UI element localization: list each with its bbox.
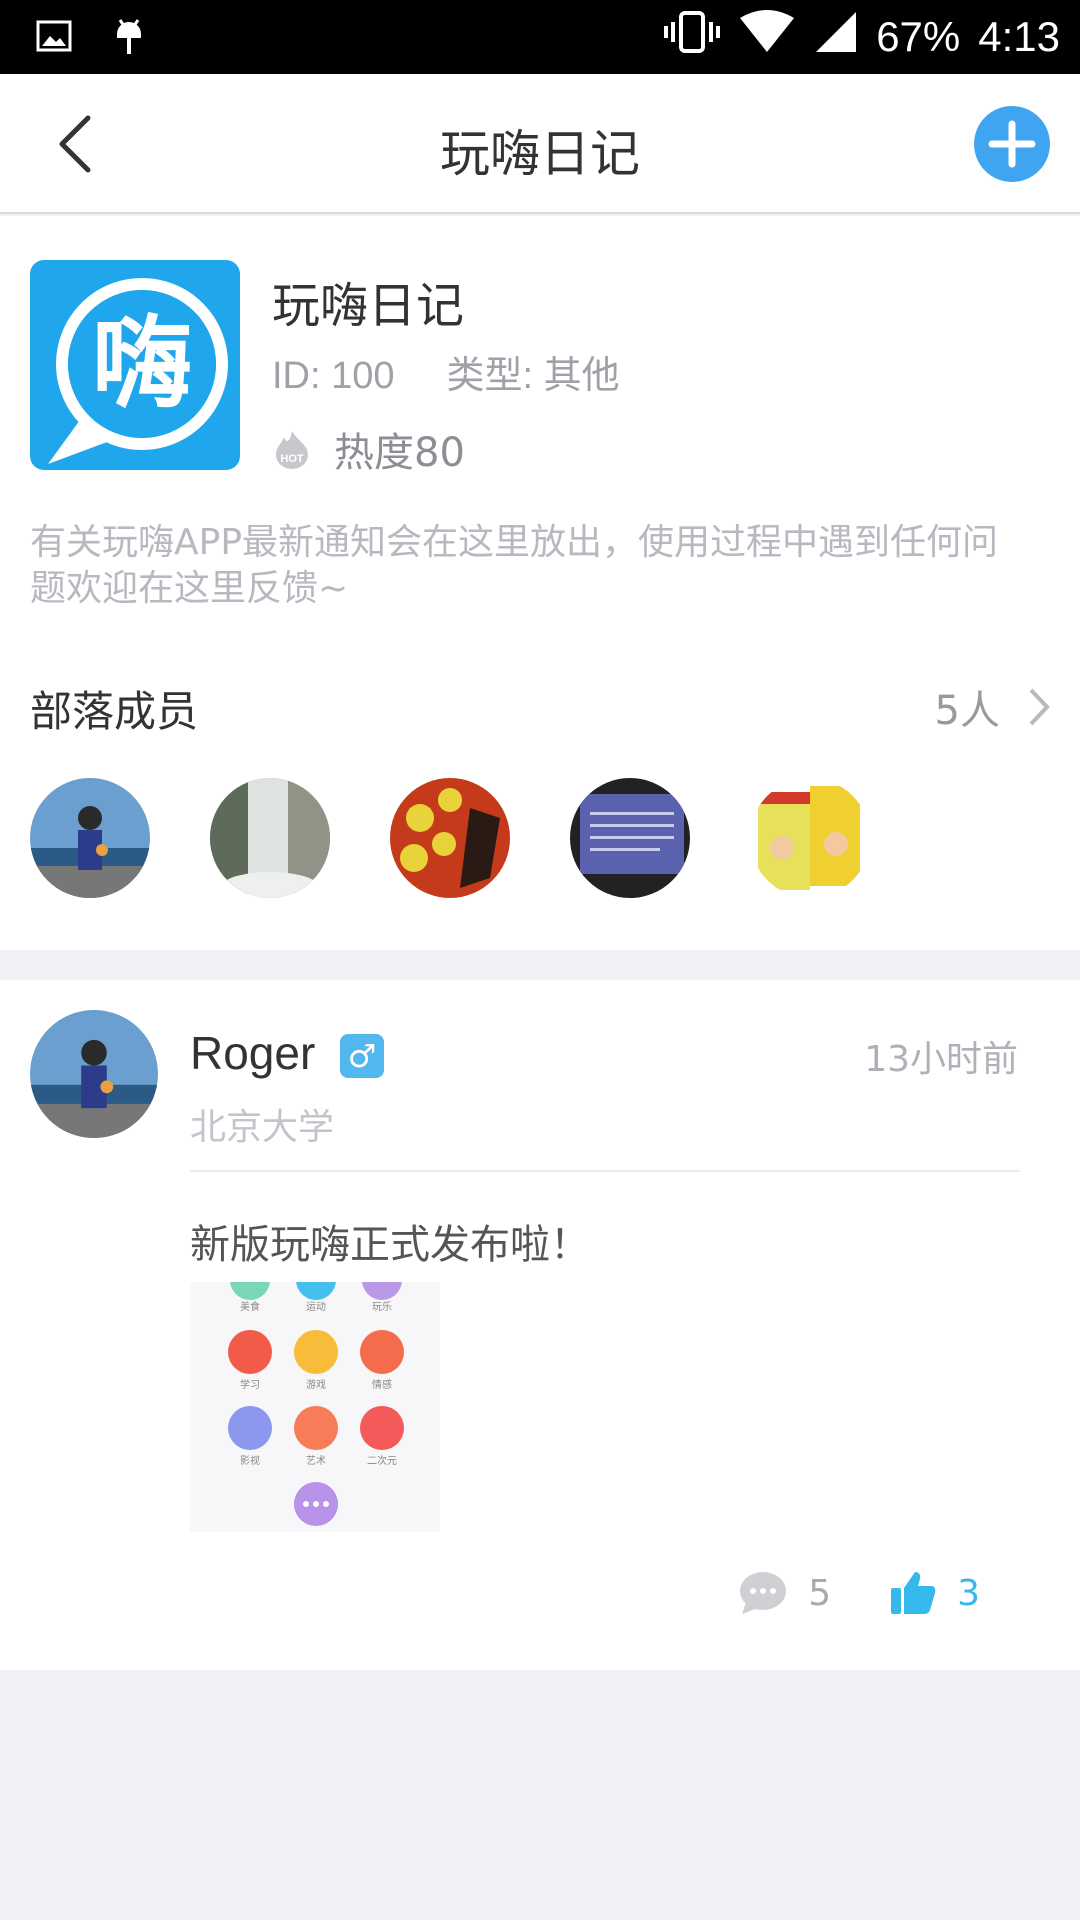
post-actions: 5 3 — [738, 1570, 980, 1616]
plus-icon — [988, 120, 1036, 168]
like-count: 3 — [957, 1572, 980, 1614]
tribe-meta: ID: 100 类型: 其他 — [272, 344, 620, 399]
top-nav-bar: 玩嗨日记 — [0, 74, 1080, 214]
cell-signal-icon — [814, 10, 858, 64]
tribe-id: ID: 100 — [272, 355, 395, 397]
category-label: 影视 — [240, 1454, 260, 1467]
category-label: 游戏 — [306, 1378, 326, 1391]
page-title: 玩嗨日记 — [440, 125, 640, 183]
comment-button[interactable]: 5 — [738, 1570, 831, 1616]
divider — [190, 1170, 1020, 1172]
post-timestamp: 13小时前 — [864, 1039, 1018, 1080]
android-debug-icon — [112, 16, 146, 60]
members-count-link[interactable]: 5人 — [935, 678, 1050, 736]
member-avatar[interactable] — [570, 778, 690, 898]
members-list — [30, 778, 870, 898]
category-label: 二次元 — [367, 1454, 397, 1467]
category-label: 艺术 — [306, 1455, 326, 1467]
tribe-logo-glyph: 嗨 — [92, 305, 192, 422]
member-avatar[interactable] — [30, 778, 150, 898]
members-section-title: 部落成员 — [30, 687, 199, 736]
comment-bubble-icon — [740, 1572, 787, 1614]
tribe-description: 有关玩嗨APP最新通知会在这里放出，使用过程中遇到任何问题欢迎在这里反馈~ — [30, 522, 999, 609]
heat-value: 热度80 — [334, 430, 465, 476]
category-label: 美食 — [240, 1300, 260, 1313]
tribe-type: 类型: 其他 — [446, 355, 620, 397]
comment-count: 5 — [808, 1572, 832, 1614]
hot-badge-label: HOT — [280, 453, 304, 465]
male-gender-icon: ♂ — [340, 1034, 384, 1078]
members-count: 5人 — [934, 688, 1000, 734]
post-author-avatar[interactable] — [30, 1010, 158, 1138]
post-card[interactable]: Roger ♂ 13小时前 北京大学 新版玩嗨正式发布啦！ 美食 运动 玩乐 学… — [0, 980, 1080, 1670]
clock: 4:13 — [978, 13, 1060, 60]
category-label: 运动 — [306, 1301, 326, 1313]
tribe-name: 玩嗨日记 — [272, 278, 465, 334]
add-post-button[interactable] — [974, 106, 1050, 182]
battery-level: 67% — [876, 13, 961, 60]
wifi-icon — [738, 10, 796, 64]
category-label: 情感 — [372, 1378, 392, 1391]
post-author-school: 北京大学 — [190, 1107, 335, 1148]
category-label: 学习 — [240, 1378, 260, 1391]
chevron-right-icon — [1029, 688, 1050, 726]
thumbs-up-icon — [891, 1572, 936, 1614]
post-text: 新版玩嗨正式发布啦！ — [190, 1222, 590, 1268]
like-button[interactable]: 3 — [889, 1570, 980, 1616]
category-label: 玩乐 — [372, 1301, 392, 1313]
gallery-notification-icon — [36, 18, 72, 58]
tribe-logo: 嗨 — [30, 260, 240, 470]
member-avatar[interactable] — [750, 778, 870, 898]
vibrate-icon — [664, 10, 721, 64]
post-image[interactable]: 美食 运动 玩乐 学习 游戏 情感 影视 艺术 二次元 — [190, 1282, 440, 1532]
tribe-heat: HOT 热度80 — [272, 420, 465, 478]
member-avatar[interactable] — [210, 778, 330, 898]
post-author-name[interactable]: Roger — [190, 1026, 315, 1080]
tribe-info-card: 嗨 玩嗨日记 ID: 100 类型: 其他 HOT 热度80 有关玩嗨APP最新通… — [0, 216, 1080, 950]
member-avatar[interactable] — [390, 778, 510, 898]
hot-flame-icon: HOT — [276, 431, 308, 469]
status-bar: 67% 4:13 — [0, 0, 1080, 74]
